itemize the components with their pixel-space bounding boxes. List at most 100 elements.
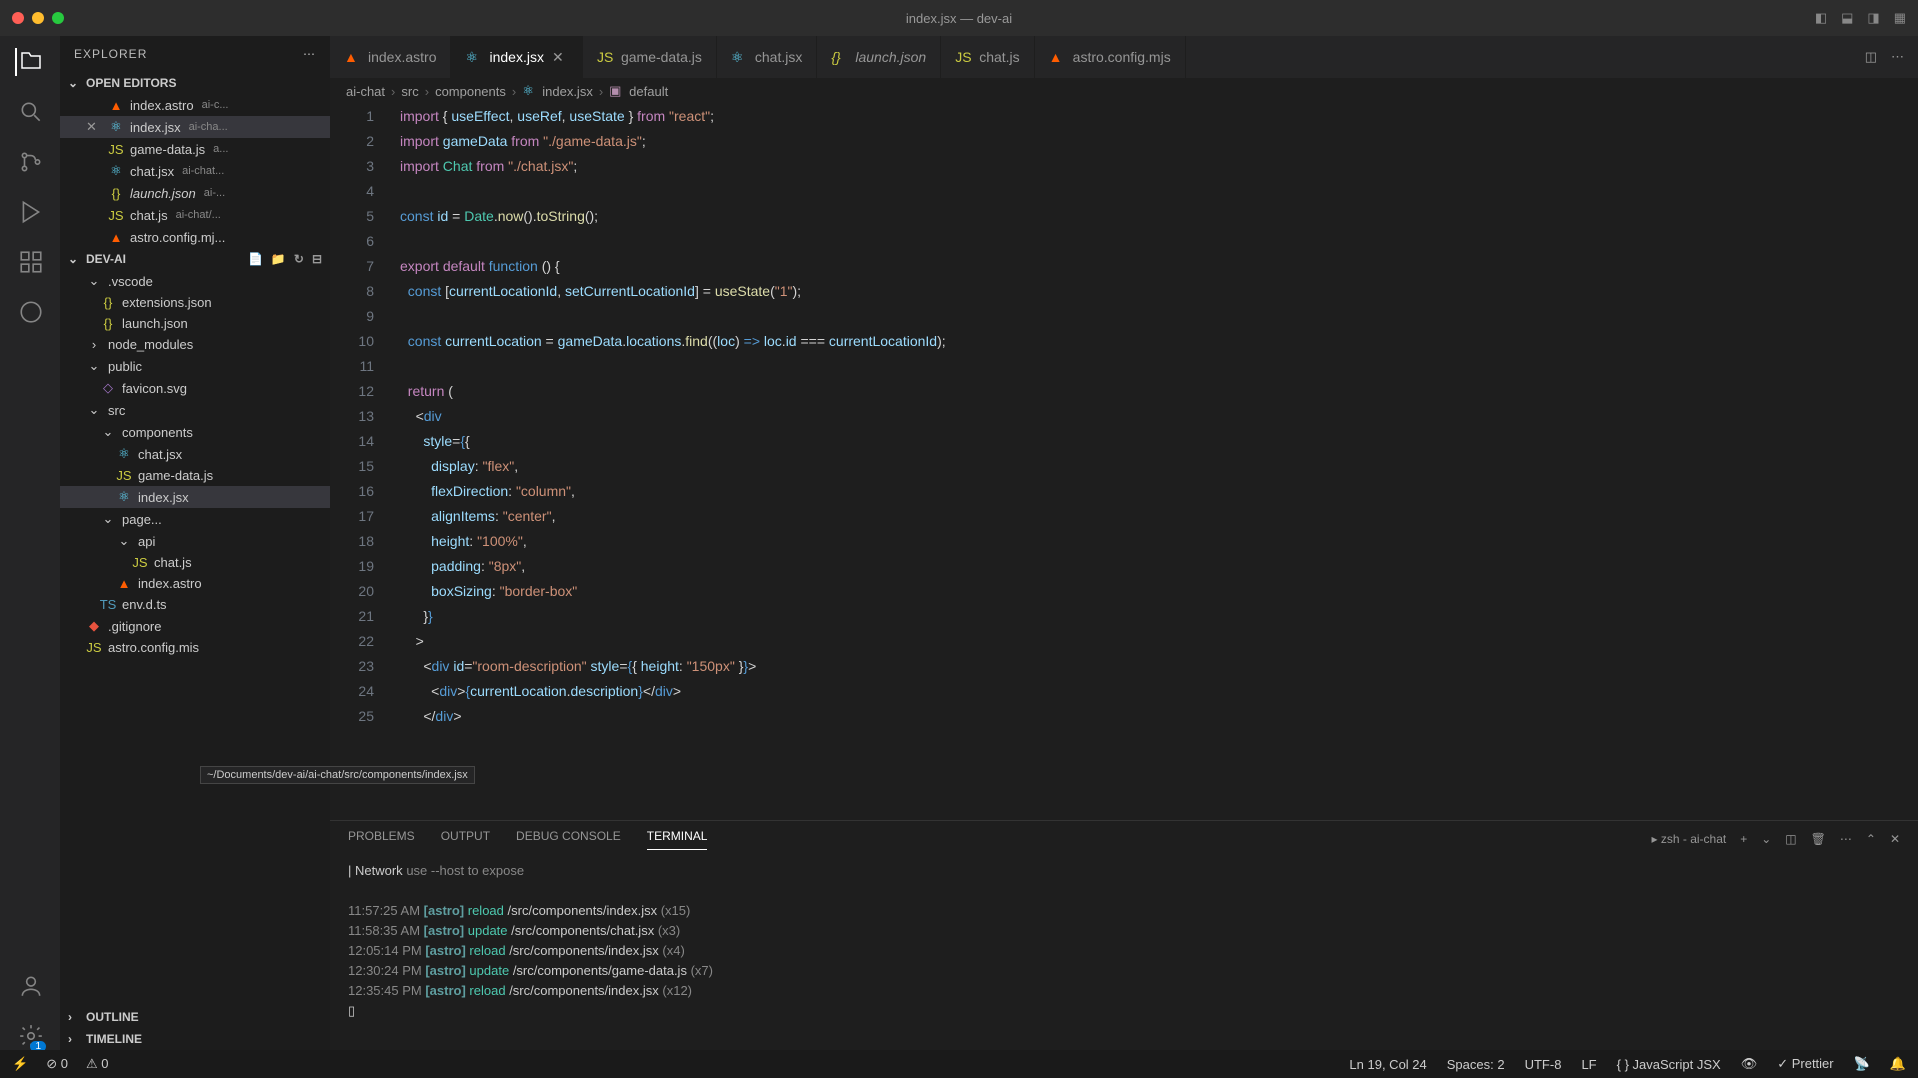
open-editor-item[interactable]: ✕▲index.astroai-c... [60,94,330,116]
editor-tab[interactable]: {}launch.json [817,36,941,78]
open-editors-label: OPEN EDITORS [86,76,176,90]
editor-tab[interactable]: ▲index.astro [330,36,451,78]
panel-right-icon[interactable]: ◨ [1867,10,1879,26]
edge-icon[interactable] [16,298,44,326]
close-window[interactable] [12,12,24,24]
extensions-icon[interactable] [16,248,44,276]
panel-tab[interactable]: OUTPUT [441,829,490,849]
breadcrumbs[interactable]: ai-chat›src›components›⚛index.jsx›▣defau… [330,78,1918,104]
open-editor-item[interactable]: ✕⚛chat.jsxai-chat... [60,160,330,182]
file-item[interactable]: ◆.gitignore [60,615,330,637]
split-terminal-icon[interactable]: ◫ [1785,832,1796,846]
feedback-icon[interactable]: 📡 [1854,1056,1870,1072]
folder-item[interactable]: ⌄.vscode [60,270,330,292]
prettier-status[interactable]: ✓ Prettier [1777,1056,1833,1072]
panel-left-icon[interactable]: ◧ [1815,10,1827,26]
panel-tab[interactable]: PROBLEMS [348,829,415,849]
language-mode[interactable]: { } JavaScript JSX [1617,1057,1721,1072]
maximize-window[interactable] [52,12,64,24]
new-folder-icon[interactable]: 📁 [271,252,286,266]
new-file-icon[interactable]: 📄 [248,252,263,266]
folder-item[interactable]: ⌄public [60,355,330,377]
editor-tab[interactable]: JSchat.js [941,36,1034,78]
chevron-down-icon[interactable]: ⌄ [1761,832,1771,846]
close-icon[interactable]: ✕ [552,49,568,66]
explorer-icon[interactable] [15,48,43,76]
warnings-count[interactable]: ⚠ 0 [86,1056,109,1072]
settings-icon[interactable]: 1 [16,1022,44,1050]
errors-count[interactable]: ⊘ 0 [46,1056,68,1072]
debug-icon[interactable] [16,198,44,226]
open-editor-item[interactable]: ✕JSchat.jsai-chat/... [60,204,330,226]
file-item[interactable]: TSenv.d.ts [60,594,330,615]
file-item[interactable]: ⚛chat.jsx [60,443,330,465]
editor-tab[interactable]: ▲astro.config.mjs [1035,36,1186,78]
editor-tab[interactable]: ⚛chat.jsx [717,36,817,78]
open-editor-item[interactable]: ✕▲astro.config.mj... [60,226,330,248]
new-terminal-icon[interactable]: + [1740,832,1747,846]
close-icon[interactable]: ✕ [86,119,102,135]
terminal-selector[interactable]: ▸ zsh - ai-chat [1652,832,1727,846]
file-item[interactable]: ▲index.astro [60,573,330,594]
remote-icon[interactable]: ⚡ [12,1056,28,1072]
editor[interactable]: 1234567891011121314151617181920212223242… [330,104,1918,820]
source-control-icon[interactable] [16,148,44,176]
close-panel-icon[interactable]: ✕ [1890,832,1900,846]
layout-icon[interactable]: ▦ [1894,10,1906,26]
file-name: chat.jsx [130,164,174,179]
timeline-header[interactable]: › TIMELINE [60,1028,330,1050]
cursor-position[interactable]: Ln 19, Col 24 [1349,1057,1426,1072]
kill-terminal-icon[interactable]: 🗑 [1811,832,1826,846]
code-area[interactable]: import { useEffect, useRef, useState } f… [390,104,1918,820]
open-editor-item[interactable]: ✕JSgame-data.jsa... [60,138,330,160]
item-name: api [138,534,155,549]
file-item[interactable]: {}launch.json [60,313,330,334]
breadcrumb-item[interactable]: ai-chat [346,84,385,99]
eol[interactable]: LF [1581,1057,1596,1072]
file-item[interactable]: JSchat.js [60,552,330,573]
panel-tab[interactable]: TERMINAL [647,829,708,850]
panel-bottom-icon[interactable]: ⬓ [1841,10,1853,26]
open-editors-header[interactable]: ⌄ OPEN EDITORS [60,72,330,94]
more-icon[interactable]: ⋯ [1840,832,1852,846]
editor-tab[interactable]: JSgame-data.js [583,36,717,78]
file-hint: a... [213,143,228,155]
collapse-icon[interactable]: ⊟ [312,252,322,266]
more-icon[interactable]: ⋯ [1891,49,1904,65]
folder-item[interactable]: ⌄page... [60,508,330,530]
bell-icon[interactable]: 🔔 [1890,1056,1906,1072]
more-icon[interactable]: ⋯ [303,47,316,61]
file-item[interactable]: {}extensions.json [60,292,330,313]
file-item[interactable]: JSastro.config.mis [60,637,330,658]
panel-tab[interactable]: DEBUG CONSOLE [516,829,621,849]
file-item[interactable]: ◇favicon.svg [60,377,330,399]
breadcrumb-item[interactable]: components [435,84,506,99]
editor-tab[interactable]: ⚛index.jsx✕ [451,36,582,78]
breadcrumb-item[interactable]: src [401,84,418,99]
open-editor-item[interactable]: ✕{}launch.jsonai-... [60,182,330,204]
breadcrumb-item[interactable]: index.jsx [542,84,593,99]
folder-item[interactable]: ⌄api [60,530,330,552]
line-gutter: 1234567891011121314151617181920212223242… [330,104,390,820]
json-icon: {} [100,316,116,331]
split-icon[interactable]: ◫ [1865,49,1877,65]
refresh-icon[interactable]: ↻ [294,252,304,266]
account-icon[interactable] [16,972,44,1000]
indent-setting[interactable]: Spaces: 2 [1447,1057,1505,1072]
outline-header[interactable]: › OUTLINE [60,1006,330,1028]
terminal-output[interactable]: | Network use --host to expose11:57:25 A… [330,857,1918,1050]
encoding[interactable]: UTF-8 [1525,1057,1562,1072]
chevron-right-icon: › [68,1010,82,1024]
minimize-window[interactable] [32,12,44,24]
project-header[interactable]: ⌄ DEV-AI 📄 📁 ↻ ⊟ [60,248,330,270]
maximize-icon[interactable]: ⌃ [1866,832,1876,846]
folder-item[interactable]: ›node_modules [60,334,330,355]
breadcrumb-item[interactable]: default [629,84,668,99]
file-item[interactable]: ⚛index.jsx [60,486,330,508]
folder-item[interactable]: ⌄components [60,421,330,443]
search-icon[interactable] [16,98,44,126]
folder-item[interactable]: ⌄src [60,399,330,421]
open-editor-item[interactable]: ✕⚛index.jsxai-cha... [60,116,330,138]
eye-icon[interactable]: 👁 [1741,1056,1758,1072]
file-item[interactable]: JSgame-data.js [60,465,330,486]
